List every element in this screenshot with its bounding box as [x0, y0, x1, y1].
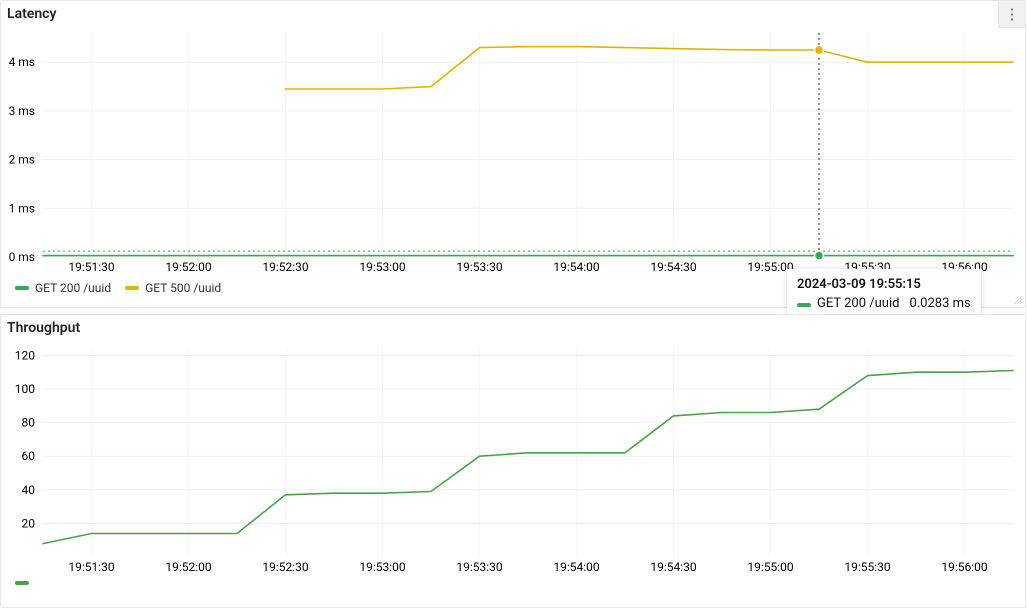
- svg-text:80: 80: [22, 416, 36, 430]
- resize-handle-icon[interactable]: [1013, 295, 1023, 305]
- legend-item-throughput[interactable]: [15, 581, 35, 585]
- svg-text:19:54:30: 19:54:30: [650, 260, 697, 274]
- svg-text:19:56:00: 19:56:00: [941, 560, 988, 574]
- svg-text:40: 40: [22, 483, 36, 497]
- latency-svg: 0 ms 1 ms 2 ms 3 ms 4 ms 19:51:30 19:52:00 19:5…: [1, 27, 1025, 275]
- svg-text:19:51:30: 19:51:30: [68, 560, 115, 574]
- svg-text:19:52:00: 19:52:00: [165, 560, 212, 574]
- svg-text:0 ms: 0 ms: [9, 250, 35, 264]
- panel-menu-button[interactable]: ⋮: [998, 1, 1025, 28]
- tooltip-value: 0.0283 ms: [909, 296, 970, 311]
- throughput-plot[interactable]: 20 40 60 80 100 120 19:51:30 19:52:00 19:52:30 19…: [1, 341, 1025, 575]
- svg-text:19:53:00: 19:53:00: [359, 560, 406, 574]
- svg-text:2 ms: 2 ms: [9, 153, 35, 167]
- tooltip-series-label: GET 200 /uuid: [817, 296, 899, 311]
- legend-swatch-icon: [15, 286, 29, 290]
- legend-item-get500[interactable]: GET 500 /uuid: [125, 281, 221, 295]
- svg-text:19:54:00: 19:54:00: [553, 260, 600, 274]
- svg-text:4 ms: 4 ms: [9, 55, 35, 69]
- svg-text:19:55:00: 19:55:00: [747, 560, 794, 574]
- legend-swatch-icon: [125, 286, 139, 290]
- svg-text:19:52:00: 19:52:00: [165, 260, 212, 274]
- throughput-svg: 20 40 60 80 100 120 19:51:30 19:52:00 19:52:30 19…: [1, 341, 1025, 575]
- svg-text:3 ms: 3 ms: [9, 104, 35, 118]
- panel-latency-title: Latency: [7, 6, 56, 22]
- svg-text:19:53:00: 19:53:00: [359, 260, 406, 274]
- svg-text:20: 20: [22, 516, 36, 530]
- svg-text:19:54:30: 19:54:30: [650, 560, 697, 574]
- svg-text:19:51:30: 19:51:30: [68, 260, 115, 274]
- svg-text:19:53:30: 19:53:30: [456, 560, 503, 574]
- svg-text:1 ms: 1 ms: [9, 201, 35, 215]
- legend-item-get200[interactable]: GET 200 /uuid: [15, 281, 111, 295]
- svg-text:60: 60: [22, 449, 36, 463]
- svg-text:19:52:30: 19:52:30: [262, 560, 309, 574]
- svg-text:19:54:00: 19:54:00: [553, 560, 600, 574]
- svg-text:19:55:30: 19:55:30: [844, 560, 891, 574]
- tooltip-swatch: [797, 303, 811, 307]
- svg-text:120: 120: [15, 348, 35, 362]
- svg-text:19:53:30: 19:53:30: [456, 260, 503, 274]
- panel-throughput-title: Throughput: [7, 320, 80, 336]
- legend-label: GET 500 /uuid: [145, 281, 221, 295]
- svg-text:100: 100: [15, 382, 35, 396]
- legend-swatch-icon: [15, 581, 29, 585]
- latency-plot[interactable]: 0 ms 1 ms 2 ms 3 ms 4 ms 19:51:30 19:52:00 19:5…: [1, 27, 1025, 275]
- svg-text:19:52:30: 19:52:30: [262, 260, 309, 274]
- panel-throughput: Throughput 20 40 60 80 100 120 19:51:30 19:52:0…: [0, 314, 1026, 608]
- throughput-legend: [1, 575, 1025, 591]
- kebab-icon: ⋮: [1005, 7, 1020, 22]
- hover-tooltip: 2024-03-09 19:55:15 GET 200 /uuid 0.0283…: [787, 269, 981, 319]
- panel-latency: Latency ⋮ 0 ms 1 ms 2 ms 3 ms 4 ms 19:51:30 19…: [0, 0, 1026, 308]
- legend-label: GET 200 /uuid: [35, 281, 111, 295]
- tooltip-timestamp: 2024-03-09 19:55:15: [797, 277, 971, 292]
